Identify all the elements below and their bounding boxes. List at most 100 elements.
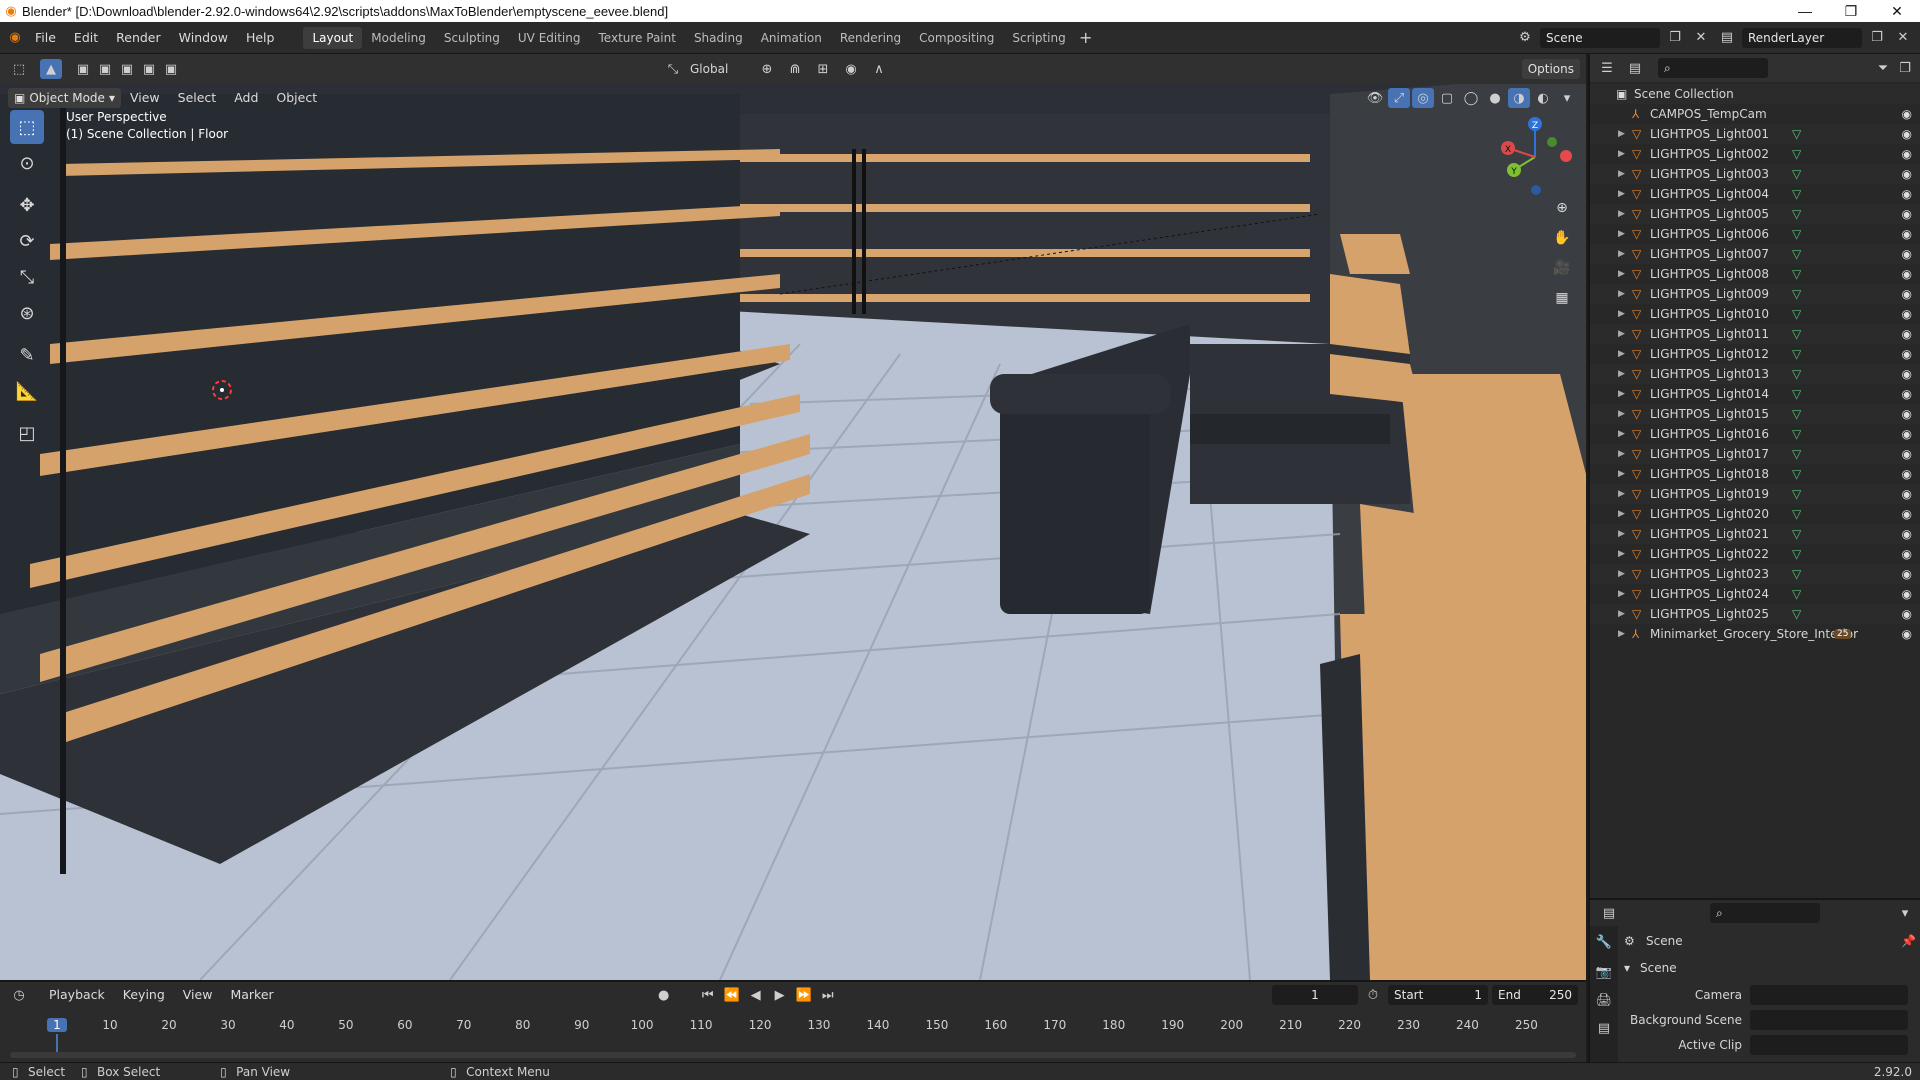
- maximize-button[interactable]: ❐: [1828, 3, 1874, 20]
- add-cube-icon[interactable]: ◰: [10, 416, 44, 450]
- outliner-item[interactable]: ▶ ▽ LIGHTPOS_Light023 ▽ ◉: [1590, 564, 1920, 584]
- select-tool-icon[interactable]: ▲: [40, 59, 62, 79]
- zoom-icon[interactable]: ⊕: [1548, 194, 1576, 222]
- outliner-item[interactable]: ▶ ▽ LIGHTPOS_Light025 ▽ ◉: [1590, 604, 1920, 624]
- delete-scene-icon[interactable]: ✕: [1690, 28, 1712, 48]
- mesh-data-icon[interactable]: ▽: [1792, 447, 1801, 461]
- annotate-icon[interactable]: ✎: [10, 338, 44, 372]
- tab-modeling[interactable]: Modeling: [362, 27, 435, 49]
- expand-icon[interactable]: ▶: [1618, 229, 1632, 239]
- mesh-data-icon[interactable]: ▽: [1792, 527, 1801, 541]
- outliner-item[interactable]: ▶ ▽ LIGHTPOS_Light009 ▽ ◉: [1590, 284, 1920, 304]
- select-box-icon[interactable]: ⬚: [10, 110, 44, 144]
- outliner-item[interactable]: ▶ ▽ LIGHTPOS_Light001 ▽ ◉: [1590, 124, 1920, 144]
- select-mode-extend-icon[interactable]: ▣: [94, 59, 116, 79]
- perspective-toggle-icon[interactable]: ▦: [1548, 284, 1576, 312]
- mesh-data-icon[interactable]: ▽: [1792, 607, 1801, 621]
- mesh-data-icon[interactable]: ▽: [1792, 307, 1801, 321]
- snap-icon[interactable]: ⋒: [784, 59, 806, 79]
- expand-icon[interactable]: ▶: [1618, 129, 1632, 139]
- outliner-item[interactable]: ▶ ▽ LIGHTPOS_Light006 ▽ ◉: [1590, 224, 1920, 244]
- transform-icon[interactable]: ⊛: [10, 296, 44, 330]
- expand-icon[interactable]: ▶: [1618, 289, 1632, 299]
- mesh-data-icon[interactable]: ▽: [1792, 427, 1801, 441]
- mesh-data-icon[interactable]: ▽: [1792, 267, 1801, 281]
- measure-icon[interactable]: 📐: [10, 374, 44, 408]
- xray-icon[interactable]: ▢: [1436, 88, 1458, 108]
- expand-icon[interactable]: ▶: [1618, 269, 1632, 279]
- add-workspace-icon[interactable]: +: [1075, 28, 1097, 48]
- tab-rendering[interactable]: Rendering: [831, 27, 910, 49]
- camera-view-icon[interactable]: 🎥: [1548, 254, 1576, 282]
- rendered-shading-icon[interactable]: ◐: [1532, 88, 1554, 108]
- mesh-data-icon[interactable]: ▽: [1792, 367, 1801, 381]
- outliner-item[interactable]: ▶ ▽ LIGHTPOS_Light013 ▽ ◉: [1590, 364, 1920, 384]
- menu-help[interactable]: Help: [237, 27, 284, 49]
- outliner-item[interactable]: ▶ ▽ LIGHTPOS_Light024 ▽ ◉: [1590, 584, 1920, 604]
- outliner-item[interactable]: ▶ ▽ LIGHTPOS_Light020 ▽ ◉: [1590, 504, 1920, 524]
- expand-icon[interactable]: ▶: [1618, 169, 1632, 179]
- expand-icon[interactable]: ▶: [1618, 309, 1632, 319]
- mesh-data-icon[interactable]: ▽: [1792, 207, 1801, 221]
- select-mode-new-icon[interactable]: ▣: [72, 59, 94, 79]
- expand-icon[interactable]: ▶: [1618, 549, 1632, 559]
- expand-icon[interactable]: ▶: [1618, 509, 1632, 519]
- expand-icon[interactable]: ▶: [1618, 389, 1632, 399]
- active-clip-field[interactable]: [1750, 1035, 1908, 1055]
- outliner-root[interactable]: ▣ Scene Collection: [1590, 84, 1920, 104]
- eye-icon[interactable]: ◉: [1902, 247, 1912, 261]
- transform-orientation[interactable]: Global: [690, 62, 750, 76]
- eye-icon[interactable]: ◉: [1902, 167, 1912, 181]
- properties-search-input[interactable]: ⌕: [1710, 903, 1820, 923]
- eye-icon[interactable]: ◉: [1902, 607, 1912, 621]
- mesh-data-icon[interactable]: ▽: [1792, 387, 1801, 401]
- eye-icon[interactable]: ◉: [1902, 407, 1912, 421]
- eye-icon[interactable]: ◉: [1902, 527, 1912, 541]
- eye-icon[interactable]: ◉: [1902, 467, 1912, 481]
- eye-icon[interactable]: ◉: [1902, 227, 1912, 241]
- expand-icon[interactable]: ▶: [1618, 589, 1632, 599]
- move-icon[interactable]: ✥: [10, 188, 44, 222]
- outliner-item[interactable]: ▶ ▽ LIGHTPOS_Light003 ▽ ◉: [1590, 164, 1920, 184]
- chevron-down-icon[interactable]: ▾: [1894, 903, 1916, 923]
- outliner-item[interactable]: ▶ ▽ LIGHTPOS_Light015 ▽ ◉: [1590, 404, 1920, 424]
- new-scene-icon[interactable]: ❐: [1664, 28, 1686, 48]
- solid-shading-icon[interactable]: ●: [1484, 88, 1506, 108]
- expand-icon[interactable]: ▶: [1618, 469, 1632, 479]
- expand-icon[interactable]: ▶: [1618, 489, 1632, 499]
- menu-render[interactable]: Render: [107, 27, 170, 49]
- outliner-item[interactable]: ▶ ▽ LIGHTPOS_Light002 ▽ ◉: [1590, 144, 1920, 164]
- expand-icon[interactable]: ▶: [1618, 209, 1632, 219]
- view-layer-selector[interactable]: RenderLayer: [1742, 27, 1862, 48]
- pin-icon[interactable]: 📌: [1901, 934, 1916, 948]
- eye-icon[interactable]: ◉: [1902, 367, 1912, 381]
- select-mode-subtract-icon[interactable]: ▣: [116, 59, 138, 79]
- mesh-data-icon[interactable]: ▽: [1792, 507, 1801, 521]
- eye-icon[interactable]: ◉: [1902, 187, 1912, 201]
- mesh-data-icon[interactable]: ▽: [1792, 547, 1801, 561]
- eye-icon[interactable]: ◉: [1902, 507, 1912, 521]
- outliner-item[interactable]: ▶ ▽ LIGHTPOS_Light019 ▽ ◉: [1590, 484, 1920, 504]
- tab-uv-editing[interactable]: UV Editing: [509, 27, 590, 49]
- expand-icon[interactable]: ▶: [1618, 189, 1632, 199]
- viewport-menu-select[interactable]: Select: [169, 87, 226, 109]
- new-view-layer-icon[interactable]: ❐: [1866, 28, 1888, 48]
- pivot-icon[interactable]: ⊕: [756, 59, 778, 79]
- menu-file[interactable]: File: [26, 27, 65, 49]
- expand-icon[interactable]: ▶: [1618, 529, 1632, 539]
- filter-icon[interactable]: ⏷: [1872, 58, 1894, 78]
- eye-icon[interactable]: ◉: [1902, 287, 1912, 301]
- cursor-icon[interactable]: ⊙: [10, 146, 44, 180]
- tool-tab-icon[interactable]: 🔧: [1593, 932, 1615, 952]
- eye-icon[interactable]: ◉: [1902, 587, 1912, 601]
- mesh-data-icon[interactable]: ▽: [1792, 227, 1801, 241]
- outliner-search-input[interactable]: ⌕: [1658, 58, 1768, 78]
- eye-icon[interactable]: ◉: [1902, 347, 1912, 361]
- close-button[interactable]: ✕: [1874, 3, 1920, 20]
- expand-icon[interactable]: ▶: [1618, 449, 1632, 459]
- mesh-data-icon[interactable]: ▽: [1792, 247, 1801, 261]
- delete-view-layer-icon[interactable]: ✕: [1892, 28, 1914, 48]
- mesh-data-icon[interactable]: ▽: [1792, 167, 1801, 181]
- outliner-item[interactable]: ▶ ▽ LIGHTPOS_Light017 ▽ ◉: [1590, 444, 1920, 464]
- mesh-data-icon[interactable]: ▽: [1792, 147, 1801, 161]
